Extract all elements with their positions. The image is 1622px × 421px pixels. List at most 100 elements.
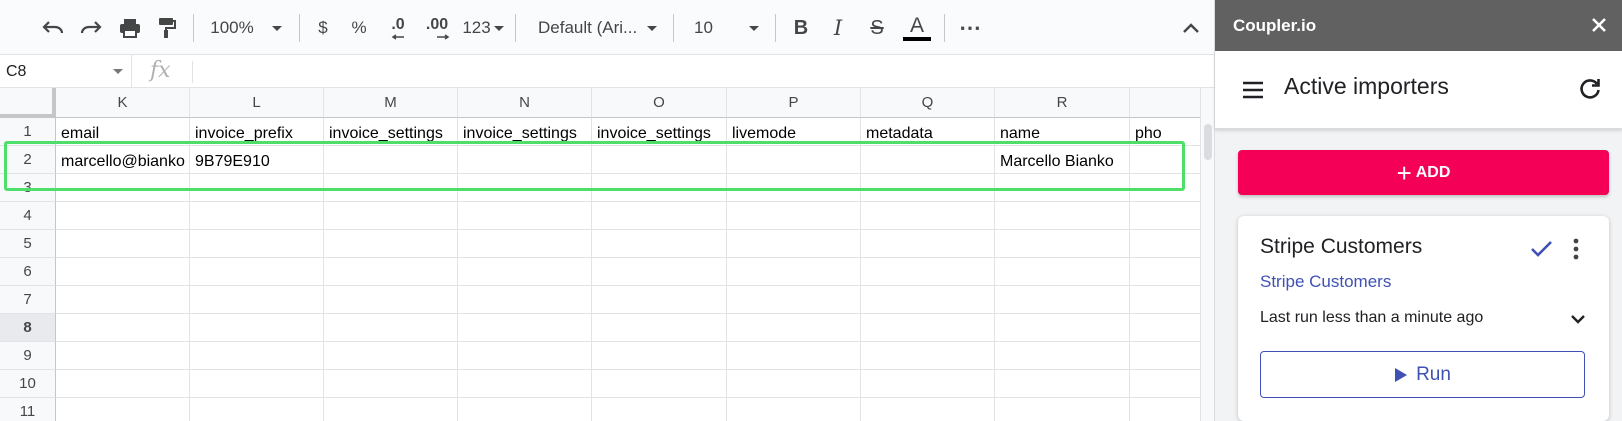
column-header[interactable]: K xyxy=(56,88,190,118)
column-header[interactable] xyxy=(1130,88,1200,118)
row-header[interactable]: 8 xyxy=(0,314,56,342)
table-cell[interactable] xyxy=(458,146,592,175)
formula-divider xyxy=(192,61,193,83)
row-gridline xyxy=(56,313,1200,314)
table-cell[interactable] xyxy=(861,146,995,175)
currency-format-button[interactable]: $ xyxy=(310,12,336,44)
row-header[interactable]: 9 xyxy=(0,342,56,370)
font-family-value: Default (Ari... xyxy=(538,18,638,37)
column-header[interactable]: M xyxy=(324,88,458,118)
table-cell[interactable]: livemode xyxy=(727,118,861,147)
run-button-label: Run xyxy=(1416,363,1451,385)
more-options-icon[interactable]: ⋯ xyxy=(955,12,985,44)
row-header[interactable]: 11 xyxy=(0,398,56,421)
increase-decimal-button[interactable]: .00 xyxy=(420,12,454,44)
add-importer-button[interactable]: + ADD xyxy=(1238,150,1609,195)
currency-label: $ xyxy=(318,18,328,37)
importer-card: Stripe Customers Stripe Customers Last r… xyxy=(1238,216,1609,421)
cell-grid[interactable]: K L M N O P Q R 1 2 3 4 5 6 7 8 9 10 11 email invoice_prefix… xyxy=(0,88,1200,421)
importer-title: Stripe Customers xyxy=(1260,235,1423,258)
close-icon[interactable] xyxy=(1587,13,1611,37)
panel-header: Active importers xyxy=(1215,51,1622,129)
row-header[interactable]: 6 xyxy=(0,258,56,286)
run-button[interactable]: Run xyxy=(1260,351,1585,398)
number-format-select[interactable]: 123 xyxy=(460,12,506,44)
column-header[interactable]: N xyxy=(458,88,592,118)
redo-icon[interactable] xyxy=(76,12,106,44)
table-cell[interactable]: 9B79E910 xyxy=(190,146,324,175)
check-icon xyxy=(1529,237,1553,261)
row-header[interactable]: 1 xyxy=(0,118,56,146)
select-all-corner[interactable] xyxy=(0,88,56,118)
row-gridline xyxy=(56,369,1200,370)
arrow-right-icon xyxy=(437,34,450,40)
more-vertical-icon[interactable] xyxy=(1568,237,1584,261)
column-header[interactable]: Q xyxy=(861,88,995,118)
column-header[interactable]: R xyxy=(995,88,1130,118)
refresh-icon[interactable] xyxy=(1577,76,1603,102)
formula-input[interactable] xyxy=(200,55,1200,88)
print-icon[interactable] xyxy=(115,12,145,44)
table-cell[interactable]: invoice_settings xyxy=(324,118,458,147)
zoom-value: 100% xyxy=(210,18,254,37)
importer-link[interactable]: Stripe Customers xyxy=(1260,272,1391,292)
undo-icon[interactable] xyxy=(38,12,68,44)
hamburger-menu-icon[interactable] xyxy=(1241,78,1265,102)
play-icon xyxy=(1395,367,1408,382)
toolbar-divider xyxy=(515,14,516,42)
toolbar-divider xyxy=(299,14,300,42)
number-format-label: 123 xyxy=(462,18,491,37)
vertical-scrollbar[interactable] xyxy=(1200,88,1214,421)
chevron-down-icon xyxy=(113,69,123,74)
paint-format-icon[interactable] xyxy=(152,12,182,44)
table-cell[interactable]: invoice_settings xyxy=(458,118,592,147)
table-cell[interactable]: Marcello Bianko xyxy=(995,146,1130,175)
column-header[interactable]: L xyxy=(190,88,324,118)
zoom-select[interactable]: 100% xyxy=(206,12,286,44)
decrease-decimal-label: .0 xyxy=(391,16,405,33)
row-header[interactable]: 7 xyxy=(0,286,56,314)
table-cell[interactable]: invoice_prefix xyxy=(190,118,324,147)
strikethrough-label: S xyxy=(870,16,884,39)
table-cell[interactable] xyxy=(324,146,458,175)
fx-icon: fx xyxy=(150,58,171,83)
addon-panel: Coupler.io Active importers + ADD Stripe… xyxy=(1214,0,1622,421)
table-cell[interactable]: email xyxy=(56,118,190,147)
column-header[interactable]: P xyxy=(727,88,861,118)
collapse-toolbar-icon[interactable] xyxy=(1176,12,1206,44)
table-cell[interactable] xyxy=(592,146,727,175)
cell-reference: C8 xyxy=(6,62,27,80)
chevron-down-icon xyxy=(271,25,282,31)
row-gridline xyxy=(56,229,1200,230)
table-cell[interactable]: name xyxy=(995,118,1130,147)
table-cell[interactable]: marcello@bianko xyxy=(56,146,190,175)
text-color-button[interactable]: A xyxy=(900,12,934,44)
font-size-select[interactable]: 10 xyxy=(686,12,766,44)
italic-button[interactable]: I xyxy=(823,12,853,44)
strikethrough-button[interactable]: S xyxy=(862,12,892,44)
scrollbar-thumb[interactable] xyxy=(1204,124,1212,160)
row-header[interactable]: 4 xyxy=(0,202,56,230)
row-header[interactable]: 5 xyxy=(0,230,56,258)
table-cell[interactable]: pho xyxy=(1130,118,1200,147)
toolbar-divider xyxy=(944,14,945,42)
chevron-down-icon xyxy=(647,25,658,31)
row-header[interactable]: 3 xyxy=(0,174,56,202)
row-header[interactable]: 2 xyxy=(0,146,56,174)
percent-format-button[interactable]: % xyxy=(346,12,372,44)
name-box[interactable]: C8 xyxy=(0,55,132,88)
spreadsheet: 100% $ % .0 .00 123 Default (Ari... 10 B… xyxy=(0,0,1214,421)
row-gridline xyxy=(56,341,1200,342)
row-header[interactable]: 10 xyxy=(0,370,56,398)
add-button-label: ADD xyxy=(1415,163,1451,181)
decrease-decimal-button[interactable]: .0 xyxy=(383,12,413,44)
table-cell[interactable]: invoice_settings xyxy=(592,118,727,147)
bold-button[interactable]: B xyxy=(786,12,816,44)
row-gridline xyxy=(56,257,1200,258)
chevron-down-icon[interactable] xyxy=(1569,310,1587,328)
table-cell[interactable] xyxy=(1130,146,1200,175)
table-cell[interactable] xyxy=(727,146,861,175)
table-cell[interactable]: metadata xyxy=(861,118,995,147)
font-family-select[interactable]: Default (Ari... xyxy=(528,12,664,44)
column-header[interactable]: O xyxy=(592,88,727,118)
